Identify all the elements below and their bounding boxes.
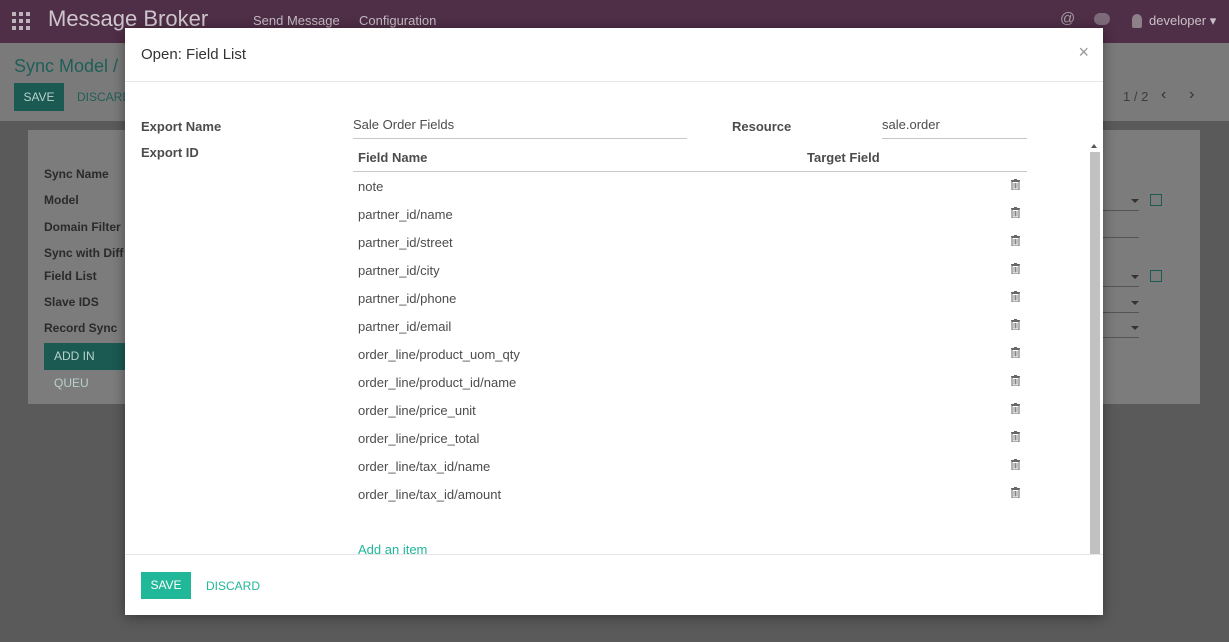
at-icon[interactable]: @ [1060, 10, 1075, 27]
field-list-dialog: Open: Field List × Export Name Sale Orde… [125, 28, 1103, 615]
trash-icon[interactable] [1011, 487, 1020, 498]
dialog-header: Open: Field List × [125, 28, 1103, 82]
label-slave-ids: Slave IDS [44, 295, 99, 309]
scroll-up-icon[interactable] [1091, 144, 1097, 148]
table-row[interactable]: partner_id/street [353, 227, 1027, 255]
avatar[interactable] [1132, 14, 1142, 28]
dialog-body: Export Name Sale Order Fields Export ID … [125, 82, 1103, 554]
user-menu[interactable]: developer ▾ [1149, 13, 1216, 29]
breadcrumb[interactable]: Sync Model / [14, 56, 118, 77]
table-row[interactable]: partner_id/city [353, 255, 1027, 283]
field-name-cell: partner_id/city [358, 263, 440, 278]
export-name-input[interactable]: Sale Order Fields [353, 117, 687, 139]
close-icon[interactable]: × [1078, 42, 1089, 63]
trash-icon[interactable] [1011, 459, 1020, 470]
label-sync-name: Sync Name [44, 167, 109, 181]
pager-next-icon[interactable]: › [1189, 86, 1194, 104]
field-name-cell: partner_id/name [358, 207, 453, 222]
field-name-cell: order_line/product_uom_qty [358, 347, 520, 362]
dialog-scrollbar[interactable] [1088, 140, 1100, 554]
bg-save-button[interactable]: SAVE [14, 83, 64, 111]
table-row[interactable]: partner_id/phone [353, 283, 1027, 311]
trash-icon[interactable] [1011, 207, 1020, 218]
add-item-link[interactable]: Add an item [358, 542, 427, 554]
slave-ids-line [1103, 312, 1139, 313]
discard-button[interactable]: DISCARD [206, 579, 260, 593]
dialog-title: Open: Field List [141, 46, 247, 63]
field-list-header: Field Name Target Field [353, 146, 1027, 172]
field-name-cell: order_line/tax_id/name [358, 459, 491, 474]
chevron-down-icon[interactable] [1131, 301, 1139, 305]
trash-icon[interactable] [1011, 319, 1020, 330]
dialog-footer: SAVE DISCARD [125, 554, 1103, 616]
model-field-line [1103, 210, 1139, 211]
table-row[interactable]: order_line/product_id/name [353, 367, 1027, 395]
chevron-down-icon[interactable] [1131, 326, 1139, 330]
label-field-list: Field List [44, 269, 97, 283]
scroll-thumb[interactable] [1090, 152, 1100, 554]
table-row[interactable]: order_line/tax_id/name [353, 451, 1027, 479]
trash-icon[interactable] [1011, 347, 1020, 358]
trash-icon[interactable] [1011, 263, 1020, 274]
external-link-icon[interactable] [1150, 194, 1162, 206]
domain-field-line [1103, 237, 1139, 238]
add-in-queue-button[interactable]: ADD IN QUEU [44, 343, 126, 390]
menu-send-message[interactable]: Send Message [253, 13, 340, 28]
apps-grid-icon[interactable] [12, 12, 30, 30]
trash-icon[interactable] [1011, 179, 1020, 190]
table-row[interactable]: order_line/tax_id/amount [353, 479, 1027, 507]
user-name: developer [1149, 13, 1207, 28]
table-row[interactable]: partner_id/name [353, 199, 1027, 227]
trash-icon[interactable] [1011, 403, 1020, 414]
chat-icon[interactable] [1094, 13, 1110, 25]
label-record-sync: Record Sync [44, 321, 118, 335]
field-name-cell: order_line/price_unit [358, 403, 476, 418]
bg-discard-button[interactable]: DISCARD [77, 90, 131, 104]
trash-icon[interactable] [1011, 235, 1020, 246]
label-domain-filter: Domain Filter [44, 220, 121, 234]
pager-prev-icon[interactable]: ‹ [1161, 86, 1166, 104]
field-name-cell: order_line/tax_id/amount [358, 487, 502, 502]
chevron-down-icon[interactable] [1131, 199, 1139, 203]
pager: 1 / 2 [1123, 89, 1149, 104]
label-model: Model [44, 193, 79, 207]
chevron-down-icon[interactable] [1131, 275, 1139, 279]
field-name-cell: order_line/product_id/name [358, 375, 517, 390]
table-row[interactable]: order_line/product_uom_qty [353, 339, 1027, 367]
table-row[interactable]: partner_id/email [353, 311, 1027, 339]
field-list-line [1103, 286, 1139, 287]
col-field-name[interactable]: Field Name [358, 150, 427, 165]
resource-input[interactable]: sale.order [882, 117, 1027, 139]
field-list-rows: note partner_id/name partner_id/street p… [353, 171, 1027, 507]
label-export-name: Export Name [141, 119, 222, 134]
table-row[interactable]: note [353, 171, 1027, 199]
label-export-id: Export ID [141, 145, 199, 160]
field-name-cell: note [358, 179, 384, 194]
field-name-cell: order_line/price_total [358, 431, 480, 446]
col-target-field[interactable]: Target Field [807, 150, 880, 165]
label-sync-with-diff: Sync with Diff [44, 246, 124, 260]
trash-icon[interactable] [1011, 431, 1020, 442]
external-link-icon[interactable] [1150, 270, 1162, 282]
field-name-cell: partner_id/phone [358, 291, 457, 306]
table-row[interactable]: order_line/price_unit [353, 395, 1027, 423]
trash-icon[interactable] [1011, 375, 1020, 386]
save-button[interactable]: SAVE [141, 572, 191, 599]
table-row[interactable]: order_line/price_total [353, 423, 1027, 451]
menu-configuration[interactable]: Configuration [359, 13, 436, 28]
field-name-cell: partner_id/street [358, 235, 453, 250]
label-resource: Resource [732, 119, 792, 134]
record-sync-line [1103, 337, 1139, 338]
field-name-cell: partner_id/email [358, 319, 452, 334]
trash-icon[interactable] [1011, 291, 1020, 302]
